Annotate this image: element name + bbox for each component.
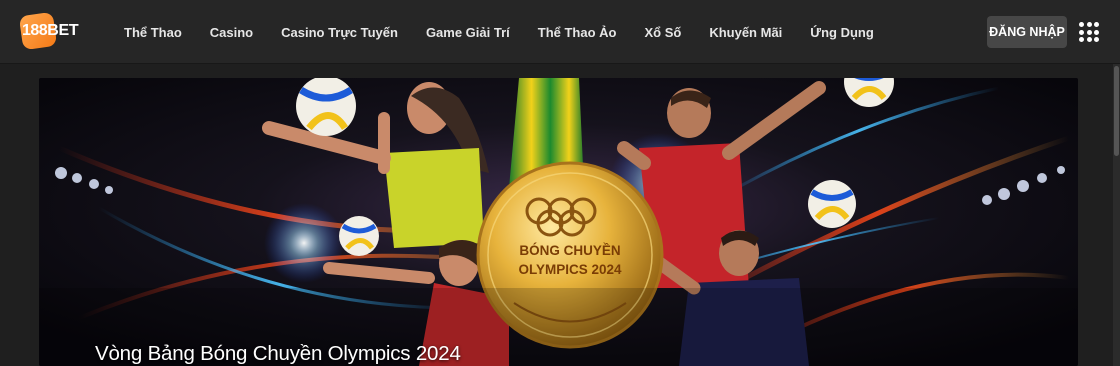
banner-artwork: BÓNG CHUYỀN OLYMPICS 2024: [39, 78, 1078, 366]
nav-item-the-thao-ao[interactable]: Thể Thao Ảo: [538, 25, 617, 40]
logo-number: 188: [22, 22, 48, 39]
login-button[interactable]: ĐĂNG NHẬP: [987, 16, 1067, 48]
volleyball-icon: [808, 180, 856, 228]
nav-item-khuyen-mai[interactable]: Khuyến Mãi: [709, 25, 782, 40]
scrollbar-thumb[interactable]: [1114, 66, 1119, 156]
top-navigation-bar: 188 BET Thể Thao Casino Casino Trực Tuyế…: [0, 0, 1120, 64]
main-nav: Thể Thao Casino Casino Trực Tuyến Game G…: [110, 0, 888, 64]
page-scrollbar[interactable]: [1113, 64, 1120, 366]
volleyball-icon: [339, 216, 379, 256]
brand-logo[interactable]: 188 BET: [18, 11, 79, 51]
apps-grid-icon[interactable]: [1079, 22, 1099, 42]
nav-item-xo-so[interactable]: Xổ Số: [644, 25, 681, 40]
banner-title: Vòng Bảng Bóng Chuyền Olympics 2024: [95, 342, 461, 365]
nav-item-game-giai-tri[interactable]: Game Giải Trí: [426, 25, 510, 40]
logo-name: BET: [47, 22, 79, 39]
volleyball-icon: [296, 78, 356, 136]
medal-line-2: OLYMPICS 2024: [518, 262, 622, 277]
nav-item-the-thao[interactable]: Thể Thao: [124, 25, 182, 40]
nav-item-casino-truc-tuyen[interactable]: Casino Trực Tuyến: [281, 25, 398, 40]
medal-line-1: BÓNG CHUYỀN: [519, 243, 620, 258]
nav-item-casino[interactable]: Casino: [210, 25, 253, 40]
hero-banner[interactable]: BÓNG CHUYỀN OLYMPICS 2024 Vòng Bảng Bóng…: [39, 78, 1078, 366]
nav-item-ung-dung[interactable]: Ứng Dụng: [810, 25, 874, 40]
